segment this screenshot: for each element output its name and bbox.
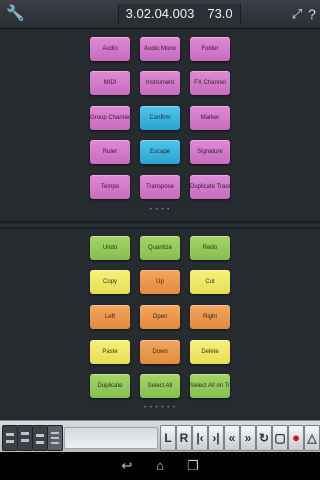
paste-button[interactable]: Paste [90,340,130,364]
add-audio-mono-button[interactable]: Audio Mono [140,37,180,61]
fast-forward-button[interactable]: » [240,425,256,451]
add-midi-button[interactable]: MIDI [90,71,130,95]
open-button[interactable]: Open [140,305,180,329]
redo-button[interactable]: Redo [190,236,230,260]
panel-divider[interactable] [0,221,320,229]
mixer-view-1-icon[interactable] [2,425,18,451]
wrench-icon[interactable]: 🔧 [6,5,25,23]
select-all-button[interactable]: Select All [140,374,180,398]
up-button[interactable]: Up [140,270,180,294]
transport-scroll-area[interactable] [64,427,158,449]
page-indicator: • • • • • • [144,405,176,411]
system-nav-bar: ↩ ⌂ ❐ [0,452,320,480]
duplicate-button[interactable]: Duplicate [90,374,130,398]
mixer-view-2-icon[interactable] [17,425,33,451]
left-locator-button[interactable]: L [160,425,176,451]
tempo-display[interactable]: 73.0 [200,4,241,24]
add-audio-button[interactable]: Audio [90,37,130,61]
quantize-button[interactable]: Quantize [140,236,180,260]
add-ruler-button[interactable]: Ruler [90,140,130,164]
delete-button[interactable]: Delete [190,340,230,364]
add-transpose-button[interactable]: Transpose [140,175,180,199]
add-fx-channel-button[interactable]: FX Channel [190,71,230,95]
stop-icon[interactable]: ▢ [272,425,288,451]
track-commands-panel: Audio Audio Mono Folder MIDI Instrument … [0,29,320,221]
right-button[interactable]: Right [190,305,230,329]
recents-icon[interactable]: ❐ [184,458,202,474]
add-group-channel-button[interactable]: Group Channel [90,106,130,130]
help-icon[interactable]: ? [306,5,318,23]
copy-button[interactable]: Copy [90,270,130,294]
select-all-on-tracks-button[interactable]: Select All on Tracks [190,374,230,398]
add-instrument-button[interactable]: Instrument [140,71,180,95]
previous-marker-button[interactable]: |‹ [192,425,208,451]
escape-button[interactable]: Escape [140,140,180,164]
add-folder-button[interactable]: Folder [190,37,230,61]
down-button[interactable]: Down [140,340,180,364]
cut-button[interactable]: Cut [190,270,230,294]
record-icon[interactable]: ● [288,425,304,451]
expand-icon[interactable]: ⤢ [290,6,304,22]
home-icon[interactable]: ⌂ [151,458,169,474]
add-tempo-button[interactable]: Tempo [90,175,130,199]
top-bar: 🔧 3.02.04.003 73.0 ⤢ ? [0,0,320,29]
duplicate-tracks-button[interactable]: Duplicate Tracks [190,175,230,199]
transport-bar: L R |‹ ›| « » ↻ ▢ ● △ [0,420,320,453]
add-signature-button[interactable]: Signature [190,140,230,164]
metronome-icon[interactable]: △ [304,425,320,451]
add-marker-button[interactable]: Marker [190,106,230,130]
grid-view-icon[interactable] [47,425,63,451]
cycle-icon[interactable]: ↻ [256,425,272,451]
undo-button[interactable]: Undo [90,236,130,260]
position-display[interactable]: 3.02.04.003 [118,4,202,24]
next-marker-button[interactable]: ›| [208,425,224,451]
edit-commands-panel: Undo Quantize Redo Copy Up Cut Left Open… [0,229,320,419]
right-locator-button[interactable]: R [176,425,192,451]
left-button[interactable]: Left [90,305,130,329]
confirm-button[interactable]: Confirm [140,106,180,130]
page-indicator: • • • • [149,207,171,213]
back-icon[interactable]: ↩ [118,458,136,474]
rewind-button[interactable]: « [224,425,240,451]
mixer-view-3-icon[interactable] [32,425,48,451]
